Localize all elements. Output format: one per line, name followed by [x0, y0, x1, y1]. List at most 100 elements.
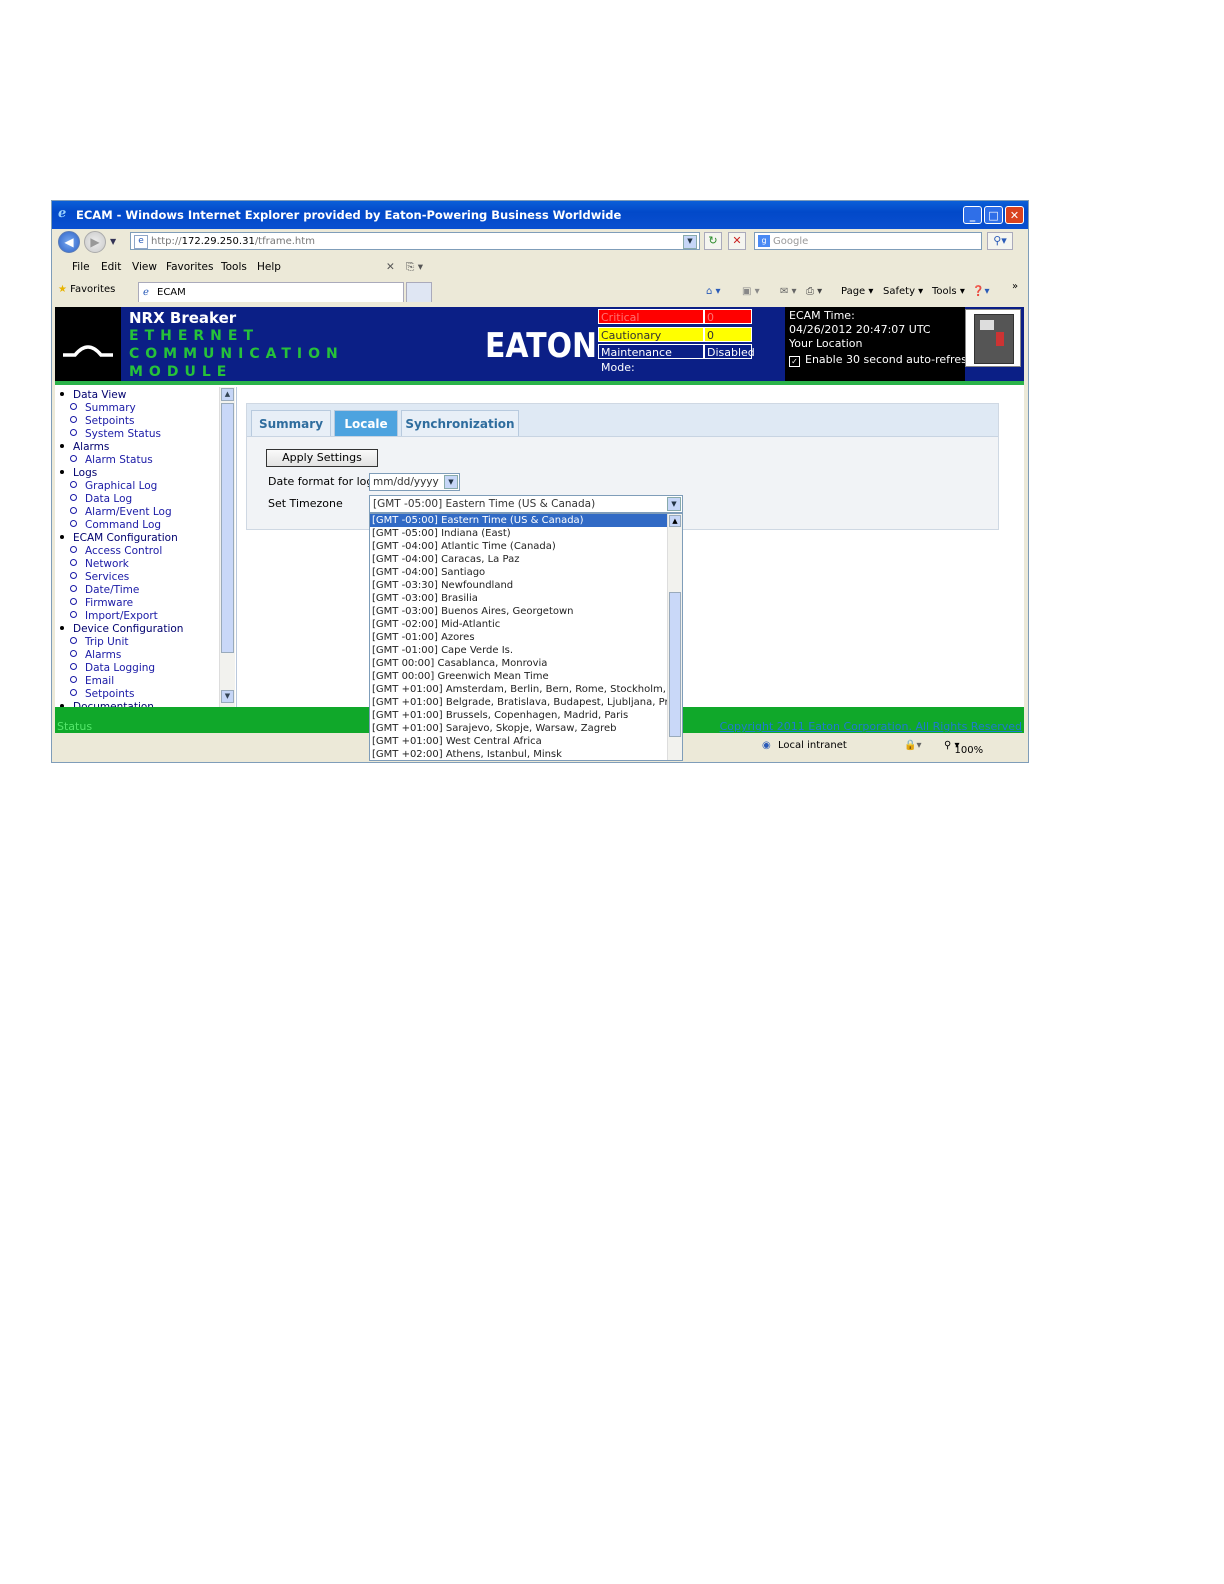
more-chevron-icon[interactable]: »	[1012, 281, 1018, 292]
sidebar-item[interactable]: Import/Export	[70, 610, 158, 622]
menu-help[interactable]: Help	[257, 261, 281, 273]
sidebar-item[interactable]: Device Configuration	[60, 623, 183, 635]
sidebar-item[interactable]: Data Logging	[70, 662, 155, 674]
sidebar-item[interactable]: Data View	[60, 389, 126, 401]
scroll-up-icon[interactable]: ▲	[221, 388, 234, 401]
sidebar-item[interactable]: Alarm Status	[70, 454, 153, 466]
timezone-option[interactable]: [GMT -01:00] Azores	[370, 631, 668, 644]
tools-menu[interactable]: Tools ▾	[932, 286, 965, 297]
timezone-option[interactable]: [GMT +01:00] Sarajevo, Skopje, Warsaw, Z…	[370, 722, 668, 735]
timezone-dropdown-list[interactable]: [GMT -05:00] Eastern Time (US & Canada)[…	[369, 513, 683, 761]
search-input[interactable]: g Google	[754, 232, 982, 250]
menu-bar: File Edit View Favorites Tools Help ✕ ⎘ …	[52, 255, 1028, 279]
maximize-button[interactable]: □	[984, 206, 1003, 224]
tab-summary[interactable]: Summary	[251, 410, 331, 436]
sidebar-item[interactable]: Data Log	[70, 493, 132, 505]
window-title: ECAM - Windows Internet Explorer provide…	[76, 208, 622, 222]
dropdown-scroll-thumb[interactable]	[669, 592, 681, 737]
timezone-option[interactable]: [GMT -02:00] Mid-Atlantic	[370, 618, 668, 631]
forward-button[interactable]: ▶	[84, 231, 106, 253]
timezone-option[interactable]: [GMT -04:00] Santiago	[370, 566, 668, 579]
sidebar-item[interactable]: System Status	[70, 428, 161, 440]
sidebar-item-label: ECAM Configuration	[73, 532, 178, 544]
sidebar-item[interactable]: Alarms	[60, 441, 109, 453]
sidebar-item[interactable]: Logs	[60, 467, 97, 479]
feeds-icon[interactable]: ▣ ▾	[742, 286, 760, 297]
sidebar-item[interactable]: Date/Time	[70, 584, 139, 596]
timezone-option[interactable]: [GMT +01:00] Brussels, Copenhagen, Madri…	[370, 709, 668, 722]
recent-pages-icon[interactable]: ▼	[110, 237, 116, 246]
timezone-option[interactable]: [GMT -01:00] Cape Verde Is.	[370, 644, 668, 657]
sidebar-item[interactable]: Firmware	[70, 597, 133, 609]
dropdown-scrollbar[interactable]: ▲	[667, 514, 682, 760]
sidebar-item-label: Alarm/Event Log	[85, 506, 172, 518]
dropdown-scroll-up-icon[interactable]: ▲	[669, 515, 681, 527]
browser-tab[interactable]: ℯ ECAM	[138, 282, 404, 302]
module-title-line2: COMMUNICATION	[129, 346, 344, 362]
menu-tools[interactable]: Tools	[221, 261, 247, 273]
copyright-link[interactable]: Copyright 2011 Eaton Corporation. All Ri…	[720, 720, 1022, 733]
timezone-option[interactable]: [GMT -04:00] Atlantic Time (Canada)	[370, 540, 668, 553]
url-field[interactable]: e http://172.29.250.31/tframe.htm ▼	[130, 232, 700, 250]
sidebar-item[interactable]: Setpoints	[70, 688, 135, 700]
date-format-select[interactable]: mm/dd/yyyy ▼	[369, 473, 460, 491]
timezone-option[interactable]: [GMT 00:00] Greenwich Mean Time	[370, 670, 668, 683]
zoom-control[interactable]: ⚲ 100% ▾	[944, 740, 983, 756]
close-button[interactable]: ✕	[1005, 206, 1024, 224]
sidebar-item[interactable]: Network	[70, 558, 129, 570]
minimize-button[interactable]: _	[963, 206, 982, 224]
sidebar-scrollbar[interactable]: ▲ ▼	[219, 387, 235, 707]
url-dropdown-icon[interactable]: ▼	[683, 235, 697, 249]
timezone-option[interactable]: [GMT -05:00] Indiana (East)	[370, 527, 668, 540]
mail-icon[interactable]: ✉ ▾	[780, 286, 797, 297]
timezone-option[interactable]: [GMT +01:00] Amsterdam, Berlin, Bern, Ro…	[370, 683, 668, 696]
favorites-button[interactable]: ★ Favorites	[58, 284, 115, 295]
timezone-option[interactable]: [GMT -03:30] Newfoundland	[370, 579, 668, 592]
timezone-option[interactable]: [GMT -03:00] Brasilia	[370, 592, 668, 605]
timezone-option[interactable]: [GMT 00:00] Casablanca, Monrovia	[370, 657, 668, 670]
safety-menu[interactable]: Safety ▾	[883, 286, 923, 297]
menu-file[interactable]: File	[72, 261, 90, 273]
auto-refresh-checkbox[interactable]: ✓	[789, 356, 800, 367]
sidebar-item[interactable]: Trip Unit	[70, 636, 128, 648]
timezone-option[interactable]: [GMT -05:00] Eastern Time (US & Canada)	[370, 514, 668, 527]
sidebar-item[interactable]: Access Control	[70, 545, 162, 557]
page-menu[interactable]: Page ▾	[841, 286, 873, 297]
sidebar-item[interactable]: Email	[70, 675, 114, 687]
scroll-thumb[interactable]	[221, 403, 234, 653]
tab-synchronization[interactable]: Synchronization	[401, 410, 519, 436]
timezone-select[interactable]: [GMT -05:00] Eastern Time (US & Canada) …	[369, 495, 683, 513]
sidebar-item[interactable]: Command Log	[70, 519, 161, 531]
apply-settings-button[interactable]: Apply Settings	[266, 449, 378, 467]
protected-mode-icon[interactable]: 🔒▾	[904, 740, 921, 751]
translate-icon[interactable]: ⎘ ▾	[406, 261, 423, 274]
help-icon[interactable]: ❓▾	[972, 286, 989, 297]
scroll-down-icon[interactable]: ▼	[221, 690, 234, 703]
stop-button[interactable]: ✕	[728, 232, 746, 250]
menu-view[interactable]: View	[132, 261, 157, 273]
timezone-option[interactable]: [GMT +02:00] Athens, Istanbul, Minsk	[370, 748, 668, 760]
close-toolbar-icon[interactable]: ✕	[386, 261, 395, 273]
tab-locale[interactable]: Locale	[334, 410, 398, 436]
sidebar-item[interactable]: ECAM Configuration	[60, 532, 178, 544]
search-button[interactable]: ⚲▾	[987, 232, 1013, 250]
home-icon[interactable]: ⌂ ▾	[706, 286, 721, 297]
timezone-option[interactable]: [GMT -04:00] Caracas, La Paz	[370, 553, 668, 566]
back-button[interactable]: ◀	[58, 231, 80, 253]
menu-favorites[interactable]: Favorites	[166, 261, 213, 273]
sidebar-item[interactable]: Summary	[70, 402, 136, 414]
new-tab-button[interactable]	[406, 282, 432, 302]
sidebar-item[interactable]: Alarm/Event Log	[70, 506, 172, 518]
timezone-option[interactable]: [GMT -03:00] Buenos Aires, Georgetown	[370, 605, 668, 618]
sidebar-item[interactable]: Services	[70, 571, 129, 583]
print-icon[interactable]: ⎙ ▾	[806, 286, 822, 297]
timezone-option[interactable]: [GMT +01:00] West Central Africa	[370, 735, 668, 748]
sidebar-item-label: Data View	[73, 389, 127, 401]
maintenance-value: Disabled	[704, 344, 755, 359]
sidebar-item[interactable]: Alarms	[70, 649, 121, 661]
timezone-option[interactable]: [GMT +01:00] Belgrade, Bratislava, Budap…	[370, 696, 668, 709]
sidebar-item[interactable]: Setpoints	[70, 415, 135, 427]
refresh-button[interactable]: ↻	[704, 232, 722, 250]
sidebar-item[interactable]: Graphical Log	[70, 480, 157, 492]
menu-edit[interactable]: Edit	[101, 261, 121, 273]
